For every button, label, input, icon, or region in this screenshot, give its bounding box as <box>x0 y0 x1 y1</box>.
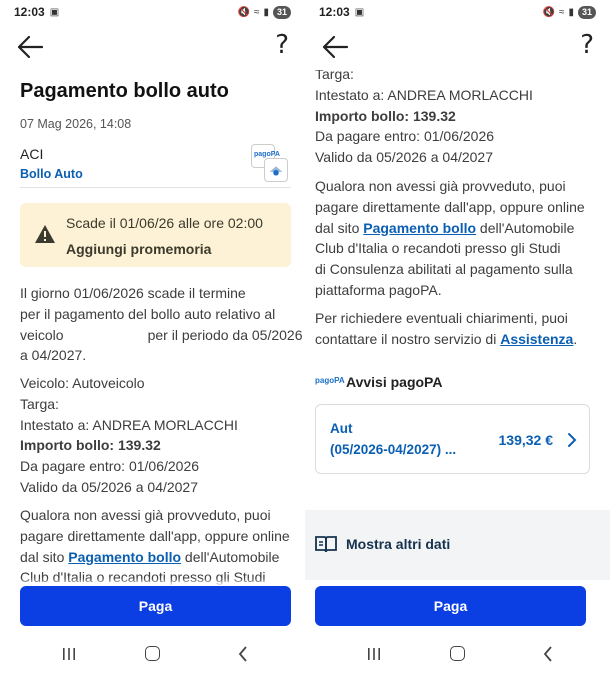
instruction-line: di Consulenza abilitati al pagamento sul… <box>315 261 573 278</box>
amount: Importo bollo: 139.32 <box>20 437 161 454</box>
owner: Intestato a: ANDREA MORLACCHI <box>20 416 238 433</box>
instruction-line: dal sito Pagamento bollo dell'Automobile <box>315 219 575 236</box>
instruction-line: Club d'Italia o recandoti presso gli Stu… <box>315 240 561 257</box>
due-date-text: Scade il 01/06/26 alle ore 02:00 <box>66 215 263 231</box>
pay-button[interactable]: Paga <box>20 586 291 626</box>
instruction-line: dal sito Pagamento bollo dell'Automobile <box>20 548 280 565</box>
validity: Valido da 05/2026 a 04/2027 <box>20 478 199 495</box>
status-time: 12:03 <box>319 5 350 19</box>
status-indicators: 🔇 ≈ ▮ 31 <box>237 5 291 19</box>
plate-label: Targa: <box>315 66 354 82</box>
recent-apps-icon[interactable] <box>367 648 381 660</box>
system-back-icon[interactable] <box>543 646 553 662</box>
more-data-panel: Mostra altri dati <box>305 510 610 580</box>
back-arrow-icon[interactable] <box>321 34 349 60</box>
system-back-icon[interactable] <box>238 646 248 662</box>
help-line: Per richiedere eventuali chiarimenti, pu… <box>315 310 568 326</box>
top-app-bar: ? <box>0 30 305 64</box>
intro-line: a 04/2027. <box>20 347 87 364</box>
amount: Importo bollo: 139.32 <box>315 107 456 124</box>
book-icon <box>315 536 337 553</box>
payment-instructions: Qualora non avessi già provveduto, puoi … <box>315 176 596 301</box>
system-navigation-bar <box>305 640 610 668</box>
signal-icon: ▮ <box>568 6 574 18</box>
intro-line: Il giorno 01/06/2026 scade il termine <box>20 285 246 301</box>
vehicle-details: Veicolo: Autoveicolo Targa: Intestato a:… <box>20 373 291 498</box>
signal-icon: ▮ <box>263 6 269 18</box>
issuer-logos: pagoPA <box>251 144 289 184</box>
intro-line: veicolo per il periodo da 05/2026 <box>20 326 303 343</box>
validity: Valido da 05/2026 a 04/2027 <box>315 149 494 166</box>
instruction-line: pagare direttamente dall'app, oppure onl… <box>20 527 290 544</box>
due-date: Da pagare entro: 01/06/2026 <box>20 458 200 475</box>
due-date-banner: Scade il 01/06/26 alle ore 02:00 Aggiung… <box>20 203 291 267</box>
payment-instructions: Qualora non avessi già provveduto, puoi … <box>20 505 291 588</box>
warning-icon <box>35 225 55 243</box>
notice-amount: 139,32 € <box>498 432 554 448</box>
wifi-icon: ≈ <box>558 6 565 18</box>
pagopa-notices-label: Avvisi pagoPA <box>346 374 443 390</box>
issuer-name: ACI <box>20 146 44 162</box>
pagopa-logo: pagoPA <box>315 376 345 385</box>
battery-icon: 31 <box>577 5 596 19</box>
help-icon[interactable]: ? <box>580 30 594 60</box>
vehicle-details: Targa: Intestato a: ANDREA MORLACCHI Imp… <box>315 66 596 168</box>
pagamento-bollo-link[interactable]: Pagamento bollo <box>363 220 476 236</box>
owner: Intestato a: ANDREA MORLACCHI <box>315 86 533 103</box>
help-icon[interactable]: ? <box>275 30 289 60</box>
status-indicators: 🔇 ≈ ▮ 31 <box>542 5 596 19</box>
instruction-line: Qualora non avessi già provveduto, puoi <box>20 507 271 523</box>
due-date: Da pagare entro: 01/06/2026 <box>315 128 495 145</box>
intro-text: Il giorno 01/06/2026 scade il termine pe… <box>20 283 303 366</box>
home-icon[interactable] <box>145 646 160 661</box>
payment-detail-screen-left: 12:03 ▣ 🔇 ≈ ▮ 31 ? Pagamento bollo auto … <box>0 0 305 675</box>
notice-period: (05/2026-04/2027) ... <box>330 442 457 457</box>
show-more-data-button[interactable]: Mostra altri dati <box>346 536 450 552</box>
intro-line: per il pagamento del bollo auto relativo… <box>20 305 276 322</box>
message-date: 07 Mag 2026, 14:08 <box>20 117 132 131</box>
plate-label: Targa: <box>20 395 59 412</box>
vehicle-type: Veicolo: Autoveicolo <box>20 375 145 391</box>
notification-icon: ▣ <box>354 6 365 18</box>
chevron-right-icon <box>568 433 577 447</box>
pay-button[interactable]: Paga <box>315 586 586 626</box>
instruction-line: pagare direttamente dall'app, oppure onl… <box>315 198 585 215</box>
mute-icon: 🔇 <box>237 6 250 18</box>
system-navigation-bar <box>0 640 305 668</box>
assistenza-link[interactable]: Assistenza <box>500 331 573 347</box>
notification-icon: ▣ <box>49 6 60 18</box>
top-app-bar: ? <box>305 30 610 64</box>
status-bar: 12:03 ▣ 🔇 ≈ ▮ 31 <box>0 0 305 24</box>
help-text: Per richiedere eventuali chiarimenti, pu… <box>315 308 596 350</box>
status-bar: 12:03 ▣ 🔇 ≈ ▮ 31 <box>305 0 610 24</box>
help-line: contattare il nostro servizio di Assiste… <box>315 330 578 347</box>
wifi-icon: ≈ <box>253 6 260 18</box>
status-time: 12:03 <box>14 5 45 19</box>
home-icon[interactable] <box>450 646 465 661</box>
payment-detail-screen-right: 12:03 ▣ 🔇 ≈ ▮ 31 ? Targa: Intestato a: A… <box>305 0 610 675</box>
instruction-line: piattaforma pagoPA. <box>315 281 442 298</box>
battery-icon: 31 <box>272 5 291 19</box>
pagamento-bollo-link[interactable]: Pagamento bollo <box>68 549 181 565</box>
mute-icon: 🔇 <box>542 6 555 18</box>
aci-logo-icon <box>264 158 288 182</box>
recent-apps-icon[interactable] <box>62 648 76 660</box>
add-reminder-link[interactable]: Aggiungi promemoria <box>66 241 211 257</box>
scroll-fade <box>0 578 305 586</box>
issuer-service: Bollo Auto <box>20 167 83 181</box>
payment-notice-card[interactable]: Aut (05/2026-04/2027) ... 139,32 € <box>315 404 590 474</box>
back-arrow-icon[interactable] <box>16 34 44 60</box>
issuer-row: ACI Bollo Auto pagoPA <box>20 142 291 188</box>
notice-title: Aut <box>330 421 353 436</box>
page-title: Pagamento bollo auto <box>20 80 229 102</box>
instruction-line: Qualora non avessi già provveduto, puoi <box>315 178 566 194</box>
